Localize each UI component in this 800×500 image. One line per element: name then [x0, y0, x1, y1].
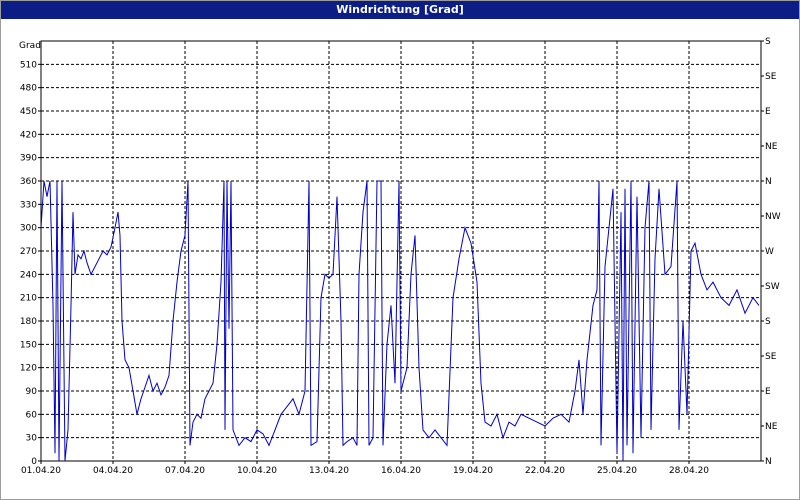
- y-tick-label: 270: [20, 247, 37, 257]
- x-tick-label: 28.04.20: [669, 466, 709, 476]
- compass-tick-label: SW: [765, 282, 780, 292]
- x-tick-label: 16.04.20: [381, 466, 421, 476]
- y-tick-label: 300: [20, 224, 37, 234]
- compass-tick-label: NW: [765, 212, 781, 222]
- compass-tick-labels: N NE E SE S SW W NW N NE E SE S: [761, 37, 781, 467]
- compass-tick-label: NE: [765, 422, 778, 432]
- y-tick-label: 360: [20, 177, 37, 187]
- x-tick-label: 04.04.20: [93, 466, 133, 476]
- wind-direction-chart: Grad 03060901201501802102402703003303603…: [19, 37, 781, 476]
- y-tick-label: 390: [20, 154, 37, 164]
- chart-window: Windrichtung [Grad] Grad 0 30 60 90 120 150 18…: [0, 0, 800, 500]
- compass-tick-label: W: [765, 247, 774, 257]
- y-tick-label: 420: [20, 130, 37, 140]
- x-tick-labels: 01.04.20 04.04.20 07.04.20 10.04.20 13.04.20…: [21, 461, 709, 476]
- x-tick-label: 13.04.20: [309, 466, 349, 476]
- compass-tick-label: N: [765, 177, 772, 187]
- window-title: Windrichtung [Grad]: [1, 1, 799, 19]
- x-tick-label: 10.04.20: [237, 466, 277, 476]
- y-tick-label: 60: [26, 410, 38, 420]
- y-tick-label: 120: [20, 364, 37, 374]
- y-tick-label: 480: [20, 84, 37, 94]
- y-tick-label: 450: [20, 107, 37, 117]
- compass-tick-label: SE: [765, 72, 777, 82]
- y-tick-label: 90: [26, 387, 38, 397]
- y-tick-label: 180: [20, 317, 37, 327]
- x-tick-label: 01.04.20: [21, 466, 61, 476]
- x-tick-label: 19.04.20: [453, 466, 493, 476]
- y-tick-label: 330: [20, 200, 37, 210]
- y-axis-label: Grad: [19, 41, 41, 51]
- y-tick-labels: 0306090120150180210240270300330360390420…: [20, 60, 41, 467]
- y-tick-label: 30: [26, 434, 38, 444]
- compass-tick-label: S: [765, 37, 771, 47]
- y-tick-label: 510: [20, 60, 37, 70]
- x-tick-label: 22.04.20: [525, 466, 565, 476]
- x-tick-label: 07.04.20: [165, 466, 205, 476]
- y-tick-label: 240: [20, 270, 37, 280]
- x-tick-label: 25.04.20: [597, 466, 637, 476]
- compass-tick-label: N: [765, 457, 772, 467]
- compass-tick-label: E: [765, 387, 771, 397]
- compass-tick-label: S: [765, 317, 771, 327]
- y-tick-label: 210: [20, 294, 37, 304]
- compass-tick-label: NE: [765, 142, 778, 152]
- y-tick-label: 150: [20, 340, 37, 350]
- compass-tick-label: E: [765, 107, 771, 117]
- compass-tick-label: SE: [765, 352, 777, 362]
